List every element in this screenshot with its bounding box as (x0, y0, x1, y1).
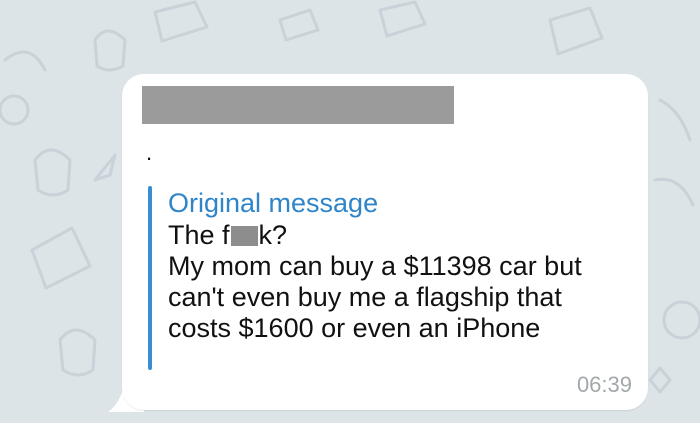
wallpaper-cake-icon (153, 0, 209, 43)
wallpaper-squiggle-icon (3, 50, 47, 72)
wallpaper-ghost-icon (93, 29, 127, 72)
wallpaper-star-icon (648, 366, 672, 394)
quote-line-3: can't even buy me a flagship that (168, 282, 562, 312)
wallpaper-cake-icon (378, 0, 427, 38)
wallpaper-cake-icon (30, 226, 92, 290)
wallpaper-squiggle-icon (658, 98, 692, 142)
quoted-message[interactable]: Original message The f k? My mom can buy … (168, 186, 638, 344)
quote-title: Original message (168, 188, 379, 218)
wallpaper-ghost-icon (33, 148, 72, 197)
quote-line-1-prefix: The f (168, 220, 230, 250)
wallpaper-ghost-icon (58, 328, 97, 377)
quote-line-1: The f k? (168, 220, 638, 251)
censored-word-box (230, 226, 258, 246)
quote-accent-bar (148, 186, 152, 370)
quote-line-2: My mom can buy a $11398 car but (168, 251, 582, 281)
wallpaper-arrow-icon (93, 153, 117, 182)
wallpaper-cake-icon (548, 6, 604, 56)
wallpaper-cake-icon (278, 8, 320, 42)
sender-name-redacted (142, 86, 454, 124)
message-text: . (146, 140, 153, 165)
wallpaper-circle-icon (662, 300, 700, 340)
message-bubble[interactable]: . Original message The f k? My mom can bu… (122, 74, 648, 410)
wallpaper-circle-icon (0, 94, 30, 126)
wallpaper-squiggle-icon (653, 177, 695, 207)
message-timestamp: 06:39 (576, 372, 632, 397)
quote-line-1-suffix: k? (258, 220, 288, 250)
quote-line-4: costs $1600 or even an iPhone (168, 313, 541, 343)
